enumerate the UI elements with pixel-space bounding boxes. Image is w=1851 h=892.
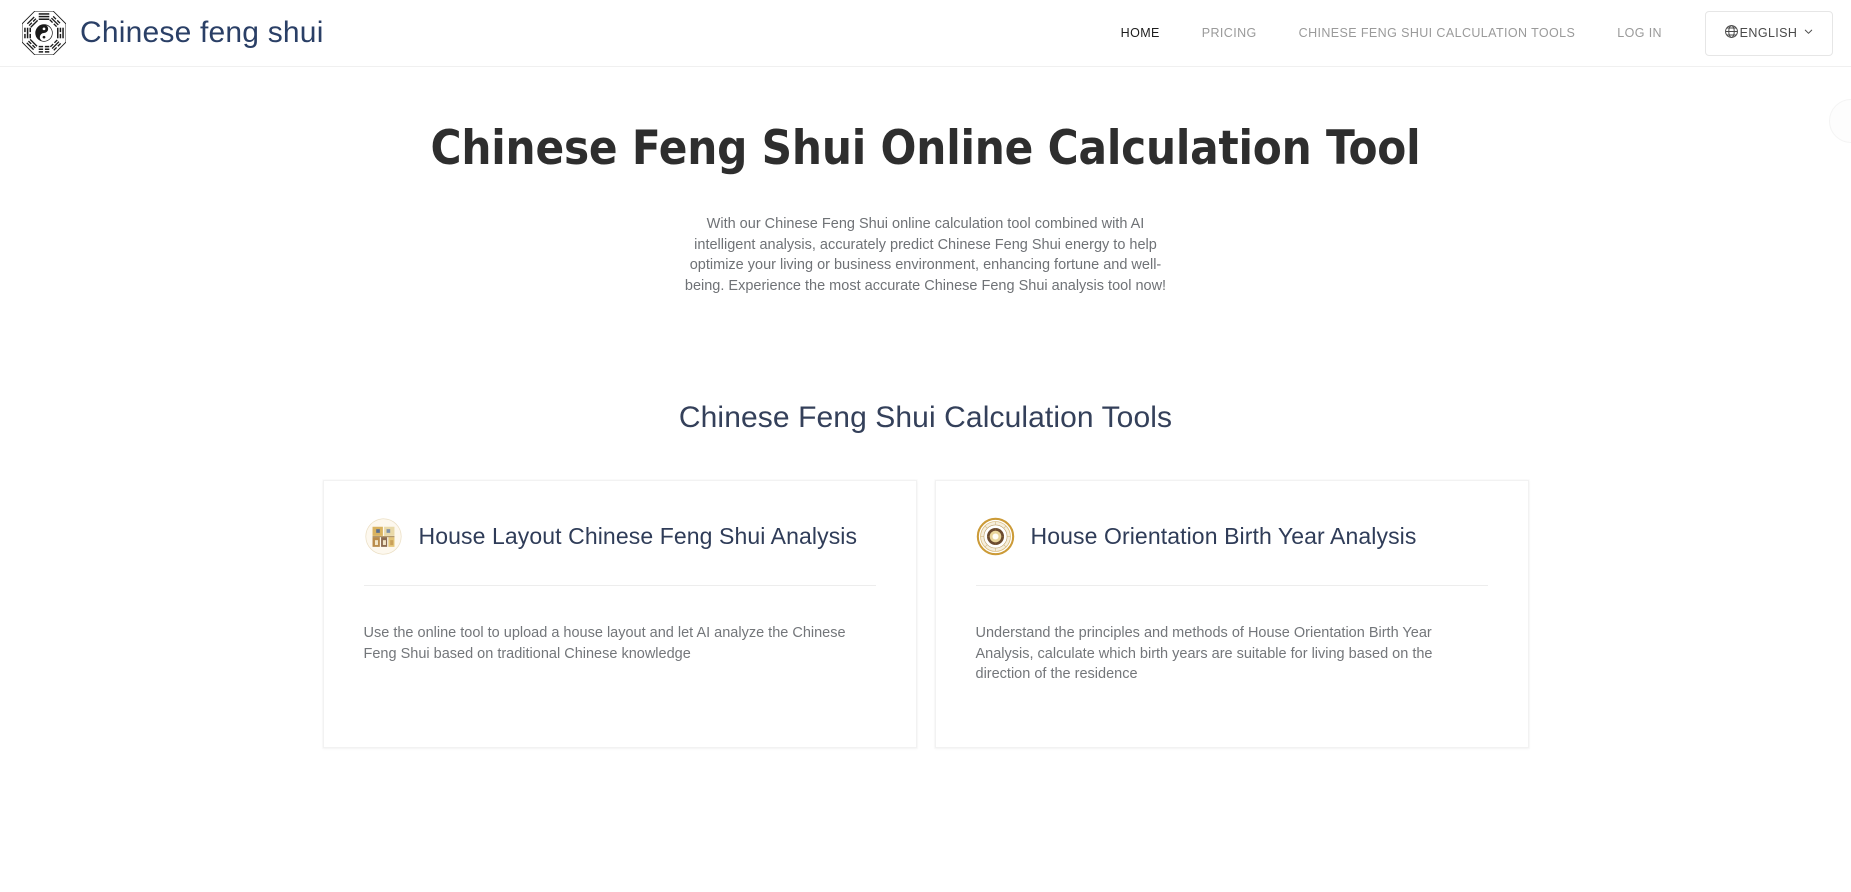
card-divider [363,585,876,587]
card-description: Use the online tool to upload a house la… [363,625,846,662]
tool-card-house-orientation[interactable]: House Orientation Birth Year Analysis Un… [934,480,1529,749]
nav-item-calculation-tools[interactable]: CHINESE FENG SHUI CALCULATION TOOLS [1278,26,1597,40]
card-title: House Orientation Birth Year Analysis [1030,523,1417,550]
site-header: Chinese feng shui HOME PRICING CHINESE F… [0,0,1851,67]
hero-subtitle: With our Chinese Feng Shui online calcul… [684,216,1167,294]
nav-item-home[interactable]: HOME [1100,26,1181,40]
card-description: Understand the principles and methods of… [975,625,1433,683]
card-header: House Orientation Birth Year Analysis [976,517,1488,556]
bagua-icon [22,11,66,55]
house-layout-icon [364,517,403,556]
tools-section-heading: Chinese Feng Shui Calculation Tools [678,401,1173,435]
card-title: House Layout Chinese Feng Shui Analysis [418,523,858,550]
tool-card-house-layout[interactable]: House Layout Chinese Feng Shui Analysis … [322,480,917,749]
nav-item-pricing[interactable]: PRICING [1181,26,1278,40]
language-label: ENGLISH [1739,26,1798,40]
hero-section: Chinese Feng Shui Online Calculation Too… [0,67,1851,296]
card-header: House Layout Chinese Feng Shui Analysis [364,517,876,556]
chevron-down-icon [1798,26,1814,40]
nav-item-log-in[interactable]: LOG IN [1596,26,1683,40]
luopan-compass-icon [976,517,1015,556]
tools-card-grid: House Layout Chinese Feng Shui Analysis … [0,480,1851,749]
brand-logo-link[interactable]: Chinese feng shui [0,11,324,55]
page-root: Chinese feng shui HOME PRICING CHINESE F… [0,0,1851,892]
page-title: Chinese Feng Shui Online Calculation Too… [430,121,1421,176]
card-divider [975,585,1488,587]
brand-name: Chinese feng shui [80,16,324,49]
main-navigation: HOME PRICING CHINESE FENG SHUI CALCULATI… [1100,10,1851,56]
language-selector[interactable]: ENGLISH [1705,10,1833,56]
globe-icon [1724,24,1739,42]
